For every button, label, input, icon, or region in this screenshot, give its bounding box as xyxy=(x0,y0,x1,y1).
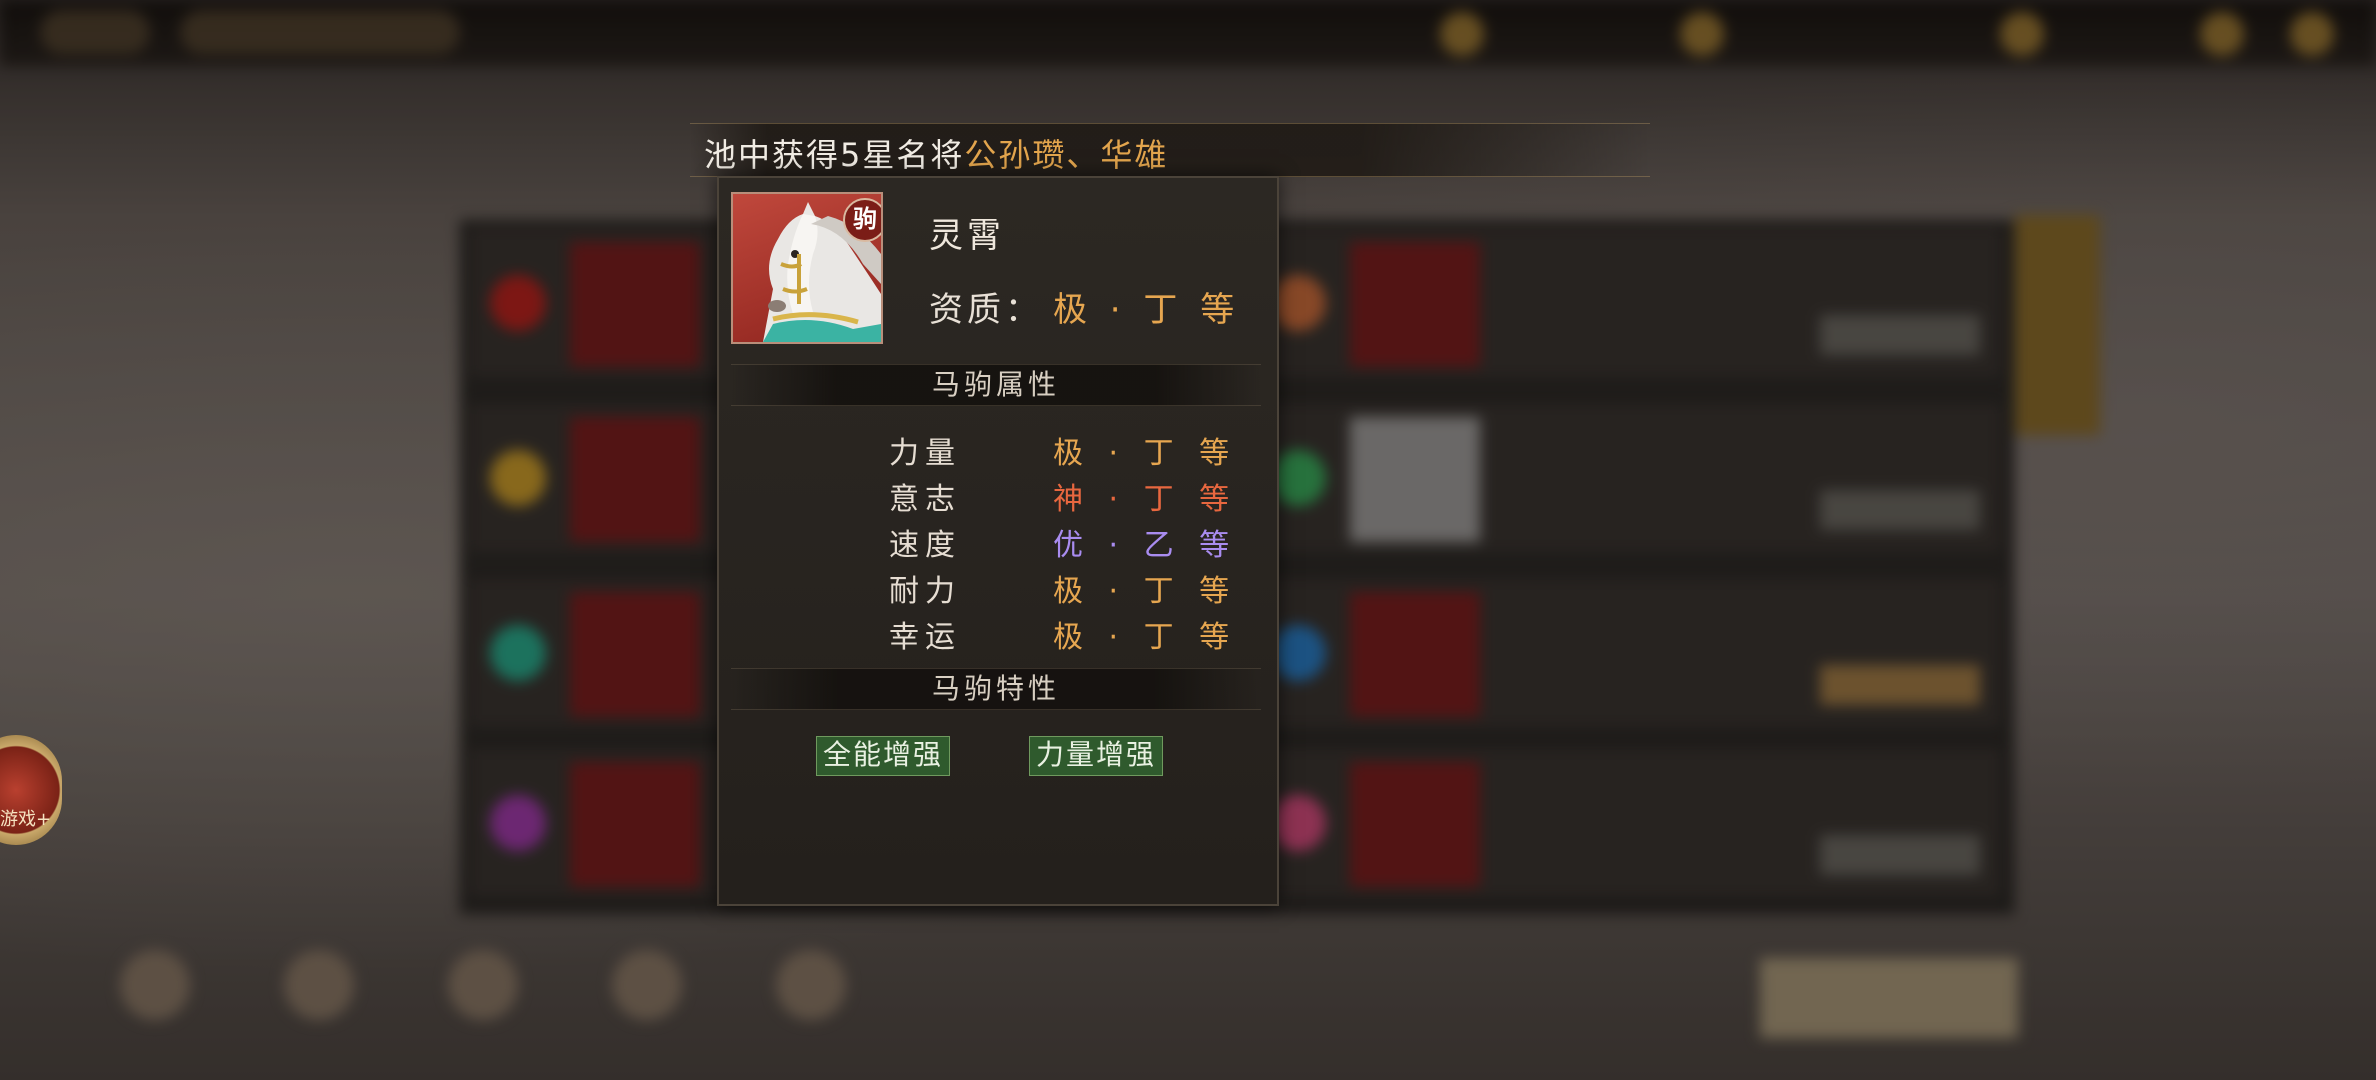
announcement-prefix: 池中获得5星名将 xyxy=(704,136,965,174)
attribute-row-luck: 幸运 极 · 丁 等 xyxy=(719,612,1277,658)
horse-detail-popup: 驹 灵霄 资质：极 · 丁 等 马驹属性 力量 极 · 丁 等 意志 神 · 丁… xyxy=(717,176,1279,906)
announcement-highlight: 公孙瓒、华雄 xyxy=(964,136,1169,174)
horse-type-tag: 驹 xyxy=(843,198,881,242)
announcement-banner: 池中获得5星名将公孙瓒、华雄 xyxy=(690,123,1650,177)
trait-badge[interactable]: 全能增强 xyxy=(816,736,951,776)
attribute-row-strength: 力量 极 · 丁 等 xyxy=(719,428,1277,474)
attribute-row-will: 意志 神 · 丁 等 xyxy=(719,474,1277,520)
announcement-text: 池中获得5星名将公孙瓒、华雄 xyxy=(704,130,1168,176)
side-badge-label: 游戏+ xyxy=(0,809,52,830)
attribute-label: 耐力 xyxy=(889,574,961,609)
attribute-label: 速度 xyxy=(889,528,961,563)
trait-badge[interactable]: 力量增强 xyxy=(1029,736,1164,776)
attributes-section-title: 马驹属性 xyxy=(731,364,1261,406)
attribute-row-speed: 速度 优 · 乙 等 xyxy=(719,520,1277,566)
horse-quality: 资质：极 · 丁 等 xyxy=(929,282,1240,331)
attribute-label: 力量 xyxy=(889,436,961,471)
quality-value: 极 · 丁 等 xyxy=(1053,290,1241,330)
attribute-value: 神 · 丁 等 xyxy=(1053,482,1238,517)
attribute-label: 意志 xyxy=(889,482,961,517)
horse-portrait: 驹 xyxy=(731,192,883,344)
attribute-label: 幸运 xyxy=(889,620,961,655)
quality-label: 资质： xyxy=(929,290,1043,330)
attribute-value: 优 · 乙 等 xyxy=(1053,528,1238,563)
horse-name: 灵霄 xyxy=(929,216,1005,256)
attribute-row-endurance: 耐力 极 · 丁 等 xyxy=(719,566,1277,612)
attribute-value: 极 · 丁 等 xyxy=(1053,436,1238,471)
attribute-value: 极 · 丁 等 xyxy=(1053,620,1238,655)
traits-section-title: 马驹特性 xyxy=(731,668,1261,710)
attribute-value: 极 · 丁 等 xyxy=(1053,574,1238,609)
